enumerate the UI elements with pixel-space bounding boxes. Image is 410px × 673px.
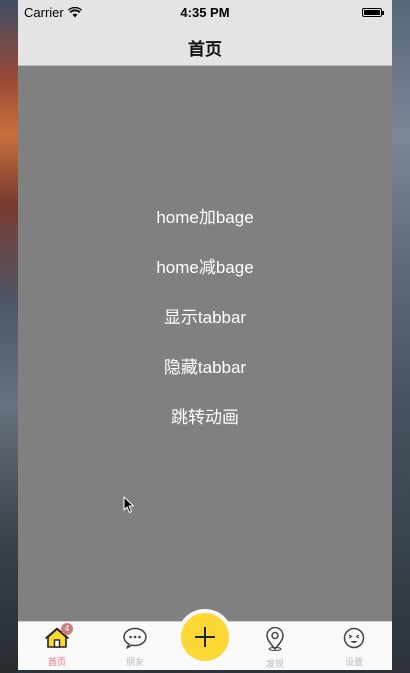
desktop-wallpaper: Carrier 4:35 PM 首页 home加bage home减bage 显… bbox=[0, 0, 410, 673]
home-badge: 4 bbox=[61, 623, 73, 635]
page-title: 首页 bbox=[188, 40, 222, 59]
hide-tabbar-button[interactable]: 隐藏tabbar bbox=[18, 353, 392, 383]
tab-settings[interactable]: 设置 bbox=[324, 622, 384, 670]
face-icon bbox=[342, 627, 366, 654]
simulator-screen: Carrier 4:35 PM 首页 home加bage home减bage 显… bbox=[18, 0, 392, 670]
compose-button[interactable] bbox=[181, 613, 229, 661]
navigation-bar: 首页 bbox=[18, 26, 392, 66]
tab-friends[interactable]: 朋友 bbox=[105, 622, 165, 670]
tab-discover-label: 发现 bbox=[265, 659, 284, 669]
tab-settings-label: 设置 bbox=[344, 657, 363, 667]
transition-animation-button[interactable]: 跳转动画 bbox=[18, 403, 392, 433]
wallpaper-right-edge bbox=[392, 0, 410, 673]
wallpaper-left-edge bbox=[0, 0, 18, 673]
home-icon: 4 bbox=[45, 623, 73, 654]
plus-icon bbox=[195, 627, 215, 647]
show-tabbar-button[interactable]: 显示tabbar bbox=[18, 303, 392, 333]
tab-home[interactable]: 4 首页 bbox=[27, 622, 87, 670]
tab-discover[interactable]: 发现 bbox=[245, 622, 305, 670]
status-time: 4:35 PM bbox=[180, 5, 230, 20]
battery-icon bbox=[362, 8, 384, 17]
location-pin-icon bbox=[264, 626, 286, 656]
chat-bubble-icon bbox=[122, 627, 148, 654]
remove-badge-button[interactable]: home减bage bbox=[18, 253, 392, 283]
add-badge-button[interactable]: home加bage bbox=[18, 203, 392, 233]
compose-button-wrapper bbox=[177, 609, 233, 665]
tab-friends-label: 朋友 bbox=[125, 657, 144, 667]
tab-home-label: 首页 bbox=[47, 657, 66, 667]
status-bar: Carrier 4:35 PM bbox=[18, 0, 392, 26]
mouse-pointer-icon bbox=[123, 496, 135, 519]
